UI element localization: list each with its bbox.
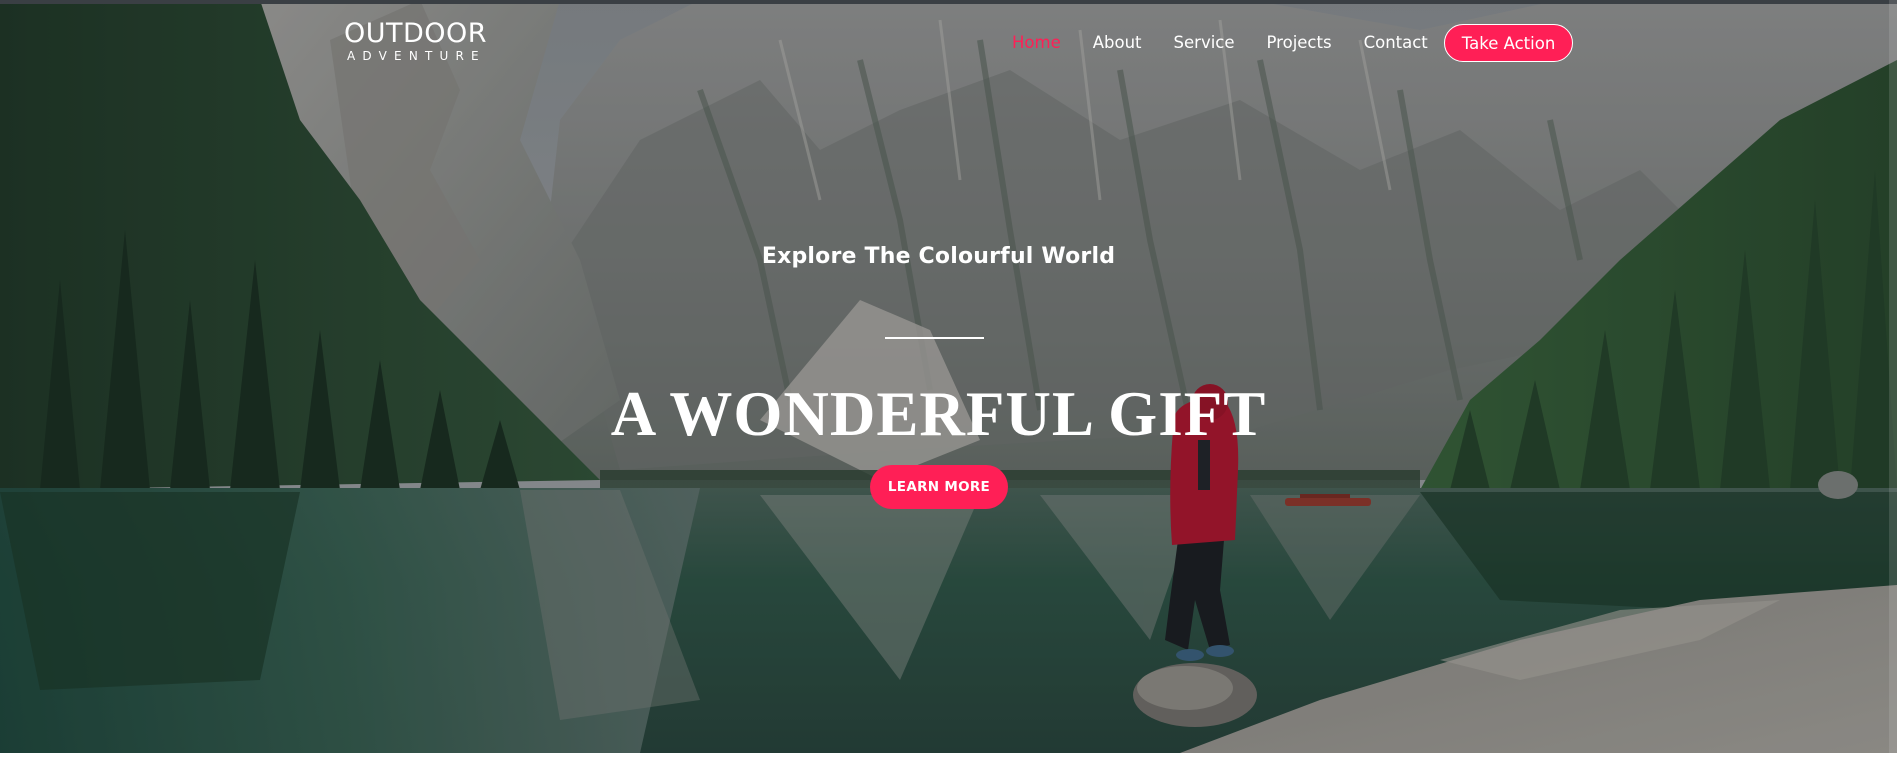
nav-link-contact[interactable]: Contact (1364, 25, 1428, 61)
hero-section: OUTDOOR ADVENTURE Home About Service Pro… (0, 0, 1897, 753)
logo-tagline: ADVENTURE (347, 49, 486, 63)
nav-link-projects[interactable]: Projects (1267, 25, 1332, 61)
take-action-button[interactable]: Take Action (1443, 24, 1574, 62)
hero-divider (885, 337, 984, 339)
browser-top-edge (0, 0, 1897, 4)
site-logo[interactable]: OUTDOOR ADVENTURE (344, 20, 487, 64)
hero-headline: A WONDERFUL GIFT (610, 379, 1267, 449)
logo-name: OUTDOOR (344, 18, 488, 49)
nav-link-about[interactable]: About (1093, 25, 1142, 61)
nav-link-home[interactable]: Home (1012, 25, 1061, 61)
nav-link-service[interactable]: Service (1174, 25, 1235, 61)
learn-more-button[interactable]: LEARN MORE (870, 465, 1008, 509)
scrollbar[interactable] (1889, 0, 1897, 753)
main-nav: Home About Service Projects Contact Take… (1012, 24, 1574, 62)
hero-eyebrow: Explore The Colourful World (761, 244, 1116, 269)
